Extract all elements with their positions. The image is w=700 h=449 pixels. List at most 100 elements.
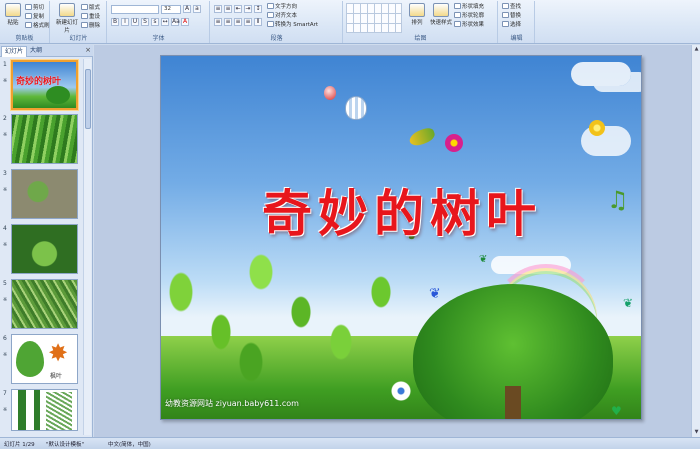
find-button[interactable]: 查找 bbox=[502, 2, 521, 10]
decrease-indent-button[interactable]: ⇤ bbox=[234, 5, 242, 13]
paragraph-group: ≡ ≡ ⇤ ⇥ ↕ ≡ ≡ ≡ ≡ ⫴ 文字方向 对齐文本 转换为 SmartA… bbox=[211, 1, 343, 43]
numbering-button[interactable]: ≡ bbox=[224, 5, 232, 13]
cursor-icon bbox=[502, 21, 509, 27]
heart-tree-trunk bbox=[505, 386, 521, 419]
text-direction-button[interactable]: 文字方向 bbox=[267, 2, 297, 10]
reset-icon bbox=[81, 13, 88, 19]
quick-styles-button[interactable]: 快速样式 bbox=[430, 3, 452, 26]
new-slide-icon bbox=[59, 3, 75, 17]
paste-button[interactable]: 粘贴 bbox=[2, 3, 24, 26]
format-painter-button[interactable]: 格式刷 bbox=[25, 21, 50, 29]
scroll-up-icon[interactable]: ▲ bbox=[693, 46, 700, 53]
thumbnail-image: ✸ 枫叶 bbox=[11, 334, 78, 384]
strike-button[interactable]: S bbox=[141, 18, 149, 26]
shrink-font-button[interactable]: a bbox=[193, 5, 201, 13]
arrange-button[interactable]: 排列 bbox=[406, 3, 428, 26]
select-button[interactable]: 选择 bbox=[502, 20, 521, 28]
paragraph-group-label: 段落 bbox=[270, 35, 283, 42]
red-balloon-icon bbox=[324, 86, 336, 100]
pane-scrollbar[interactable] bbox=[83, 59, 91, 435]
vine-leaves-left bbox=[161, 252, 401, 382]
heart-icon: ♥ bbox=[611, 404, 622, 418]
replace-button[interactable]: 替换 bbox=[502, 11, 521, 19]
ribbon: 粘贴 剪切 复制 格式刷 剪贴板 新建幻灯片 版式 重设 删除 幻灯片 32 A… bbox=[0, 0, 700, 44]
delete-icon bbox=[81, 22, 88, 28]
layout-button[interactable]: 版式 bbox=[81, 3, 100, 11]
case-button[interactable]: Aa bbox=[171, 18, 180, 26]
tab-outline[interactable]: 大纲 bbox=[27, 46, 45, 57]
grow-font-button[interactable]: A bbox=[183, 5, 191, 13]
powerpoint-window: 粘贴 剪切 复制 格式刷 剪贴板 新建幻灯片 版式 重设 删除 幻灯片 32 A… bbox=[0, 0, 700, 449]
smartart-icon bbox=[267, 21, 274, 27]
align-center-button[interactable]: ≡ bbox=[224, 18, 232, 26]
replace-icon bbox=[502, 12, 509, 18]
line-spacing-button[interactable]: ↕ bbox=[254, 5, 262, 13]
font-name-field[interactable] bbox=[111, 5, 159, 14]
thumbnail-image bbox=[11, 114, 78, 164]
tab-slides[interactable]: 幻灯片 bbox=[1, 46, 28, 57]
thumbnail-image bbox=[11, 169, 78, 219]
close-pane-icon[interactable]: × bbox=[85, 46, 91, 54]
align-right-button[interactable]: ≡ bbox=[234, 18, 242, 26]
columns-button[interactable]: ⫴ bbox=[254, 18, 262, 26]
shapes-gallery[interactable] bbox=[346, 3, 402, 33]
maple-leaf-icon: ✸ bbox=[48, 339, 69, 367]
underline-button[interactable]: U bbox=[131, 18, 139, 26]
slide-workspace: ❦ ❦ ❦ ♪ ♫ ♥ 奇妙的树叶 幼教资源网站 ziyuan.baby611.… bbox=[94, 45, 700, 437]
drawing-group-label: 绘图 bbox=[414, 35, 427, 42]
font-color-button[interactable]: A bbox=[181, 18, 189, 26]
drawing-group: 排列 快速样式 形状填充 形状轮廓 形状效果 绘图 bbox=[344, 1, 498, 43]
daisy-icon bbox=[391, 381, 411, 401]
slides-group: 新建幻灯片 版式 重设 删除 幻灯片 bbox=[51, 1, 107, 43]
status-bar: 幻灯片 1/29 "默认设计模板" 中文(简体，中国) bbox=[0, 437, 700, 449]
slide-canvas[interactable]: ❦ ❦ ❦ ♪ ♫ ♥ 奇妙的树叶 幼教资源网站 ziyuan.baby611.… bbox=[160, 55, 642, 420]
bold-button[interactable]: B bbox=[111, 18, 119, 26]
thumbnail-image bbox=[11, 279, 78, 329]
slide-watermark: 幼教资源网站 ziyuan.baby611.com bbox=[165, 399, 299, 408]
text-direction-icon bbox=[267, 3, 274, 9]
thumb-tree bbox=[46, 86, 70, 104]
smartart-button[interactable]: 转换为 SmartArt bbox=[267, 20, 318, 28]
align-text-button[interactable]: 对齐文本 bbox=[267, 11, 297, 19]
thumb-fern bbox=[46, 392, 72, 430]
italic-button[interactable]: I bbox=[121, 18, 129, 26]
pane-scroll-thumb[interactable] bbox=[85, 69, 91, 129]
bird-icon bbox=[407, 125, 437, 149]
bullets-button[interactable]: ≡ bbox=[214, 5, 222, 13]
butterfly-icon-teal: ❦ bbox=[623, 296, 634, 310]
font-size-field[interactable]: 32 bbox=[161, 5, 181, 14]
new-slide-button[interactable]: 新建幻灯片 bbox=[54, 3, 80, 34]
layout-icon bbox=[81, 4, 88, 10]
shadow-button[interactable]: s bbox=[151, 18, 159, 26]
increase-indent-button[interactable]: ⇥ bbox=[244, 5, 252, 13]
pane-tabs: 幻灯片 大纲 × bbox=[0, 45, 93, 57]
font-size-steppers: Aa bbox=[183, 5, 201, 13]
paste-icon bbox=[5, 3, 21, 17]
slides-group-label: 幻灯片 bbox=[69, 35, 88, 42]
language-indicator[interactable]: 中文(简体，中国) bbox=[108, 440, 151, 448]
slides-pane: 幻灯片 大纲 × 1 ※ 奇妙的树叶 2 ※ 3 ※ 4 ※ 5 ※ 6 ※ ✸… bbox=[0, 45, 93, 437]
binoculars-icon bbox=[502, 3, 509, 9]
align-left-button[interactable]: ≡ bbox=[214, 18, 222, 26]
shape-effects-button[interactable]: 形状效果 bbox=[454, 20, 484, 28]
editing-group: 查找 替换 选择 编辑 bbox=[499, 1, 535, 43]
copy-button[interactable]: 复制 bbox=[25, 12, 44, 20]
scroll-down-icon[interactable]: ▼ bbox=[693, 429, 700, 436]
cut-button[interactable]: 剪切 bbox=[25, 3, 44, 11]
reset-button[interactable]: 重设 bbox=[81, 12, 100, 20]
spacing-button[interactable]: ↔ bbox=[161, 18, 169, 26]
delete-slide-button[interactable]: 删除 bbox=[81, 21, 100, 29]
align-text-icon bbox=[267, 12, 274, 18]
font-style-row: B I U S s ↔ Aa A bbox=[111, 18, 189, 26]
thumb-leaf-green bbox=[16, 341, 44, 377]
justify-button[interactable]: ≡ bbox=[244, 18, 252, 26]
pen-icon bbox=[454, 12, 461, 18]
shape-fill-button[interactable]: 形状填充 bbox=[454, 2, 484, 10]
clipboard-group: 粘贴 剪切 复制 格式刷 剪贴板 bbox=[0, 1, 50, 43]
thumbnail-image bbox=[11, 389, 78, 431]
clipboard-group-label: 剪贴板 bbox=[15, 35, 34, 42]
theme-name: "默认设计模板" bbox=[46, 442, 85, 448]
slide-title[interactable]: 奇妙的树叶 bbox=[161, 174, 641, 246]
workspace-scrollbar[interactable]: ▲ ▼ bbox=[691, 45, 700, 437]
shape-outline-button[interactable]: 形状轮廓 bbox=[454, 11, 484, 19]
